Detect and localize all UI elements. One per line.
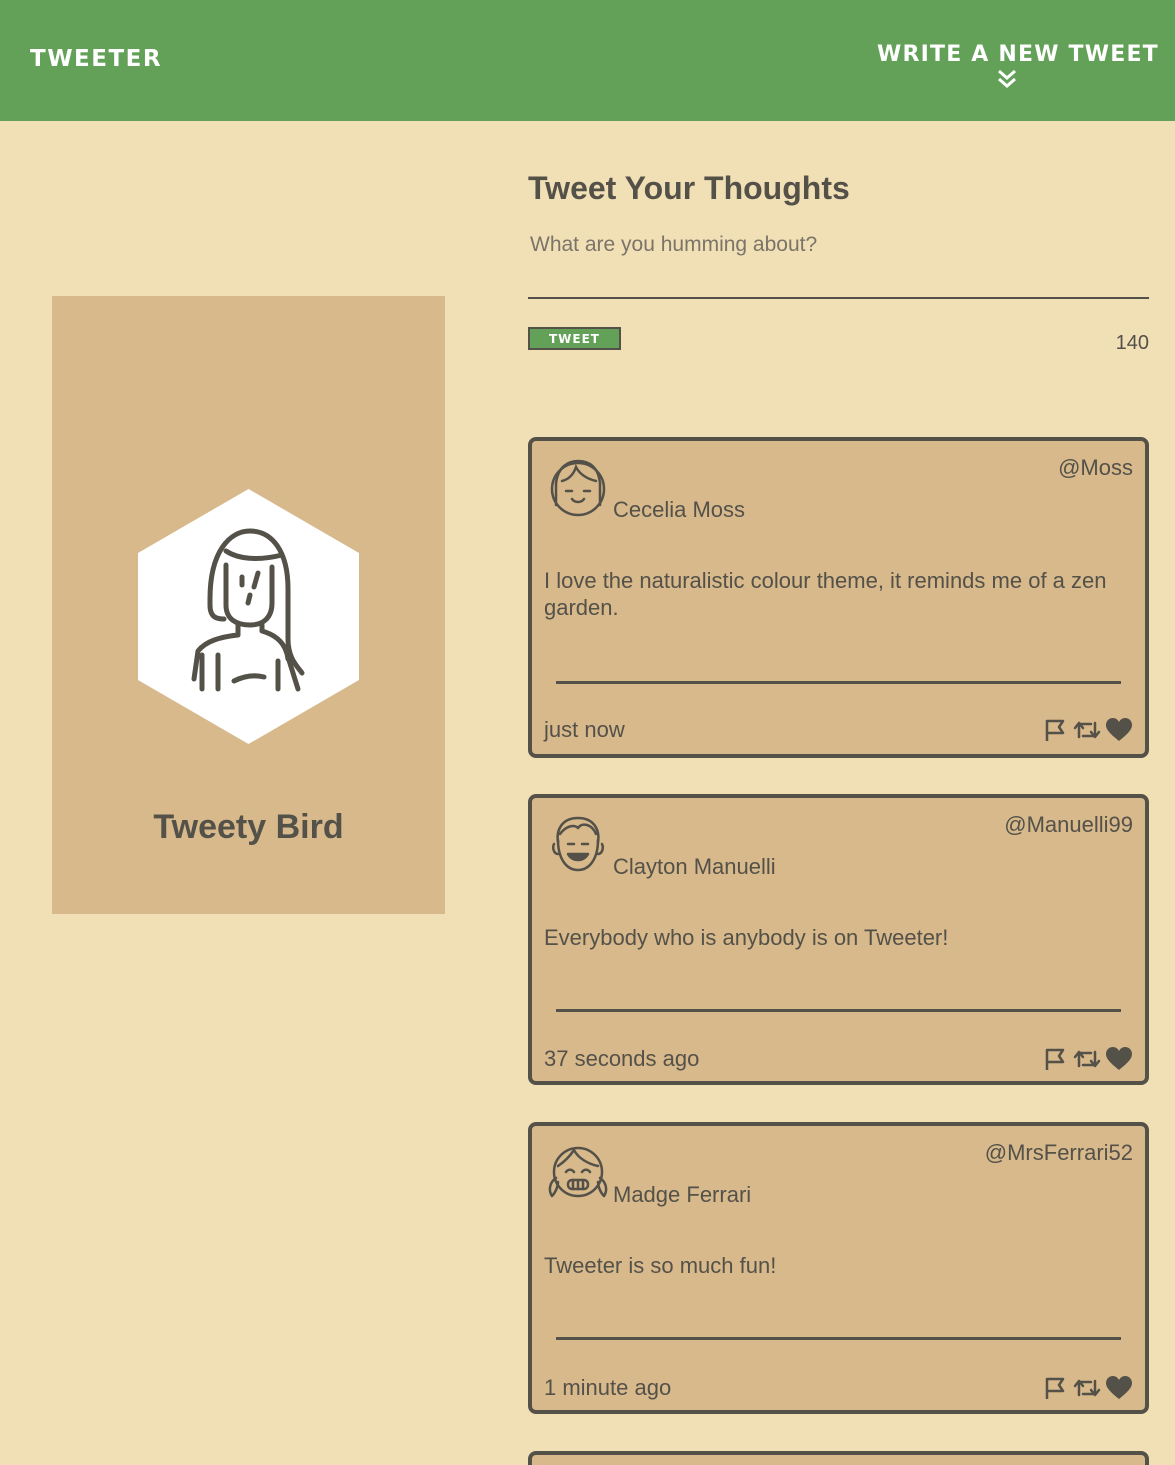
tweet-author-name: Madge Ferrari — [613, 1182, 752, 1207]
tweet-author-handle: @Manuelli99 — [1004, 812, 1133, 837]
tweet-actions — [1041, 1375, 1133, 1401]
tweet-submit-button[interactable]: Tweet — [528, 327, 621, 350]
profile-avatar — [138, 489, 359, 744]
tweet-author-name: Cecelia Moss — [613, 497, 746, 522]
boy-smiling-avatar-icon — [551, 816, 605, 872]
flag-icon[interactable] — [1041, 1375, 1069, 1401]
tweet-timestamp: 37 seconds ago — [544, 1046, 700, 1071]
tweet-card: Cecelia Moss @Moss I love the naturalist… — [528, 437, 1149, 758]
tweet-card — [528, 1451, 1149, 1465]
girl-pigtails-avatar-icon — [548, 1146, 608, 1198]
tweet-text: I love the naturalistic colour theme, it… — [544, 568, 1107, 620]
retweet-icon[interactable] — [1073, 717, 1101, 743]
write-new-tweet-label: Write a new tweet — [877, 42, 1159, 67]
tweet-divider — [556, 681, 1121, 684]
heart-icon[interactable] — [1105, 1375, 1133, 1401]
navbar: Tweeter Write a new tweet — [0, 0, 1175, 121]
compose-heading: Tweet Your Thoughts — [528, 170, 850, 206]
profile-card: Tweety Bird — [52, 296, 445, 914]
retweet-icon[interactable] — [1073, 1046, 1101, 1072]
tweet-author-handle: @MrsFerrari52 — [984, 1140, 1133, 1165]
compose-section: Tweet Your Thoughts Tweet 140 — [528, 170, 1149, 364]
brand-logo[interactable]: Tweeter — [30, 46, 162, 72]
character-counter: 140 — [1115, 332, 1149, 354]
tweet-actions — [1041, 717, 1133, 743]
tweet-actions — [1041, 1046, 1133, 1072]
heart-icon[interactable] — [1105, 1046, 1133, 1072]
flag-icon[interactable] — [1041, 717, 1069, 743]
tweet-card: Clayton Manuelli @Manuelli99 Everybody w… — [528, 794, 1149, 1085]
tweet-text: Everybody who is anybody is on Tweeter! — [544, 925, 949, 950]
double-chevron-down-icon — [998, 69, 1016, 88]
profile-name: Tweety Bird — [153, 808, 344, 846]
tweet-author-handle: @Moss — [1058, 455, 1133, 480]
tweet-divider — [556, 1009, 1121, 1012]
heart-icon[interactable] — [1105, 717, 1133, 743]
tweet-input[interactable] — [528, 229, 1149, 299]
tweet-timestamp: just now — [544, 717, 625, 742]
girl-bangs-avatar-icon — [550, 459, 606, 517]
tweet-text: Tweeter is so much fun! — [544, 1253, 777, 1278]
tweet-divider — [556, 1337, 1121, 1340]
tweet-author-name: Clayton Manuelli — [613, 854, 776, 879]
retweet-icon[interactable] — [1073, 1375, 1101, 1401]
flag-icon[interactable] — [1041, 1046, 1069, 1072]
compose-footer: Tweet 140 — [528, 324, 1149, 364]
write-new-tweet-toggle[interactable]: Write a new tweet — [877, 42, 1159, 98]
tweet-timestamp: 1 minute ago — [544, 1375, 672, 1400]
tweet-card: Madge Ferrari @MrsFerrari52 Tweeter is s… — [528, 1122, 1149, 1414]
